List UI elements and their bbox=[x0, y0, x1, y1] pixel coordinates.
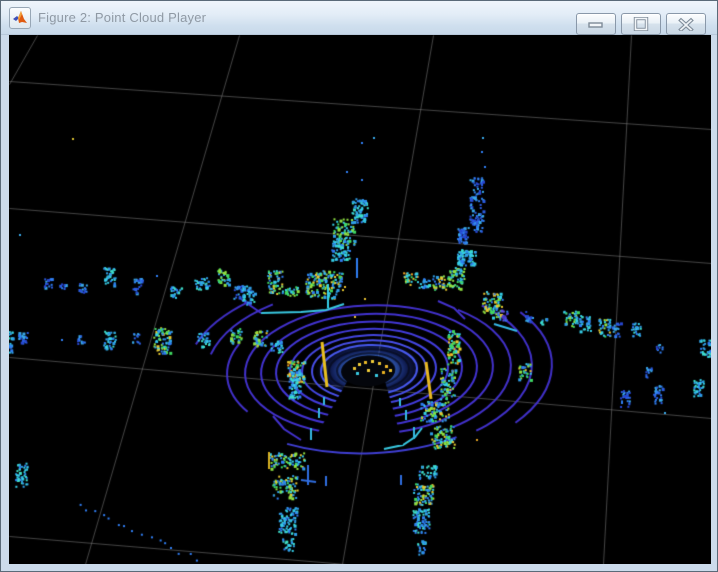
close-icon bbox=[678, 17, 694, 31]
maximize-button[interactable] bbox=[621, 13, 661, 35]
matlab-logo-glyph bbox=[13, 11, 27, 23]
minimize-icon bbox=[588, 22, 603, 28]
window-title: Figure 2: Point Cloud Player bbox=[38, 10, 207, 25]
minimize-button[interactable] bbox=[576, 13, 616, 35]
figure-window: Figure 2: Point Cloud Player bbox=[0, 0, 718, 572]
matlab-icon bbox=[9, 7, 31, 29]
titlebar[interactable]: Figure 2: Point Cloud Player bbox=[1, 1, 717, 35]
maximize-icon bbox=[633, 17, 649, 31]
point-cloud-canvas[interactable] bbox=[9, 35, 711, 564]
close-button[interactable] bbox=[666, 13, 706, 35]
window-controls bbox=[576, 13, 706, 35]
